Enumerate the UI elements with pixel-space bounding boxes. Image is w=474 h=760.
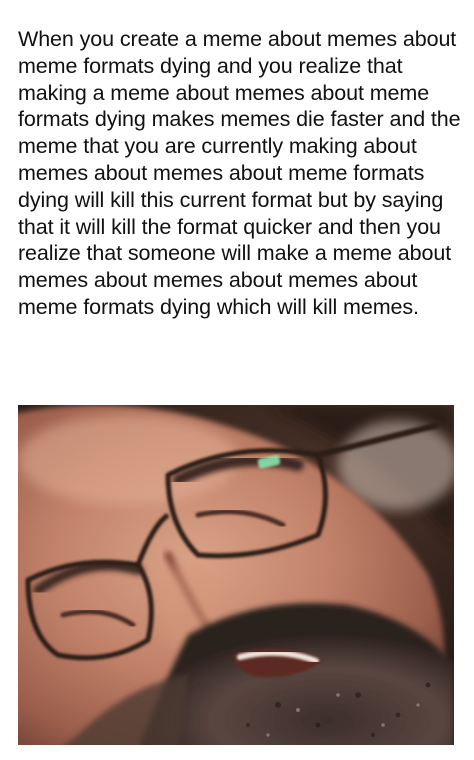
meme-post: When you create a meme about memes about… [0, 0, 474, 760]
meme-reaction-photo [18, 405, 454, 745]
meme-caption: When you create a meme about memes about… [18, 27, 473, 319]
face-illustration [18, 405, 454, 745]
